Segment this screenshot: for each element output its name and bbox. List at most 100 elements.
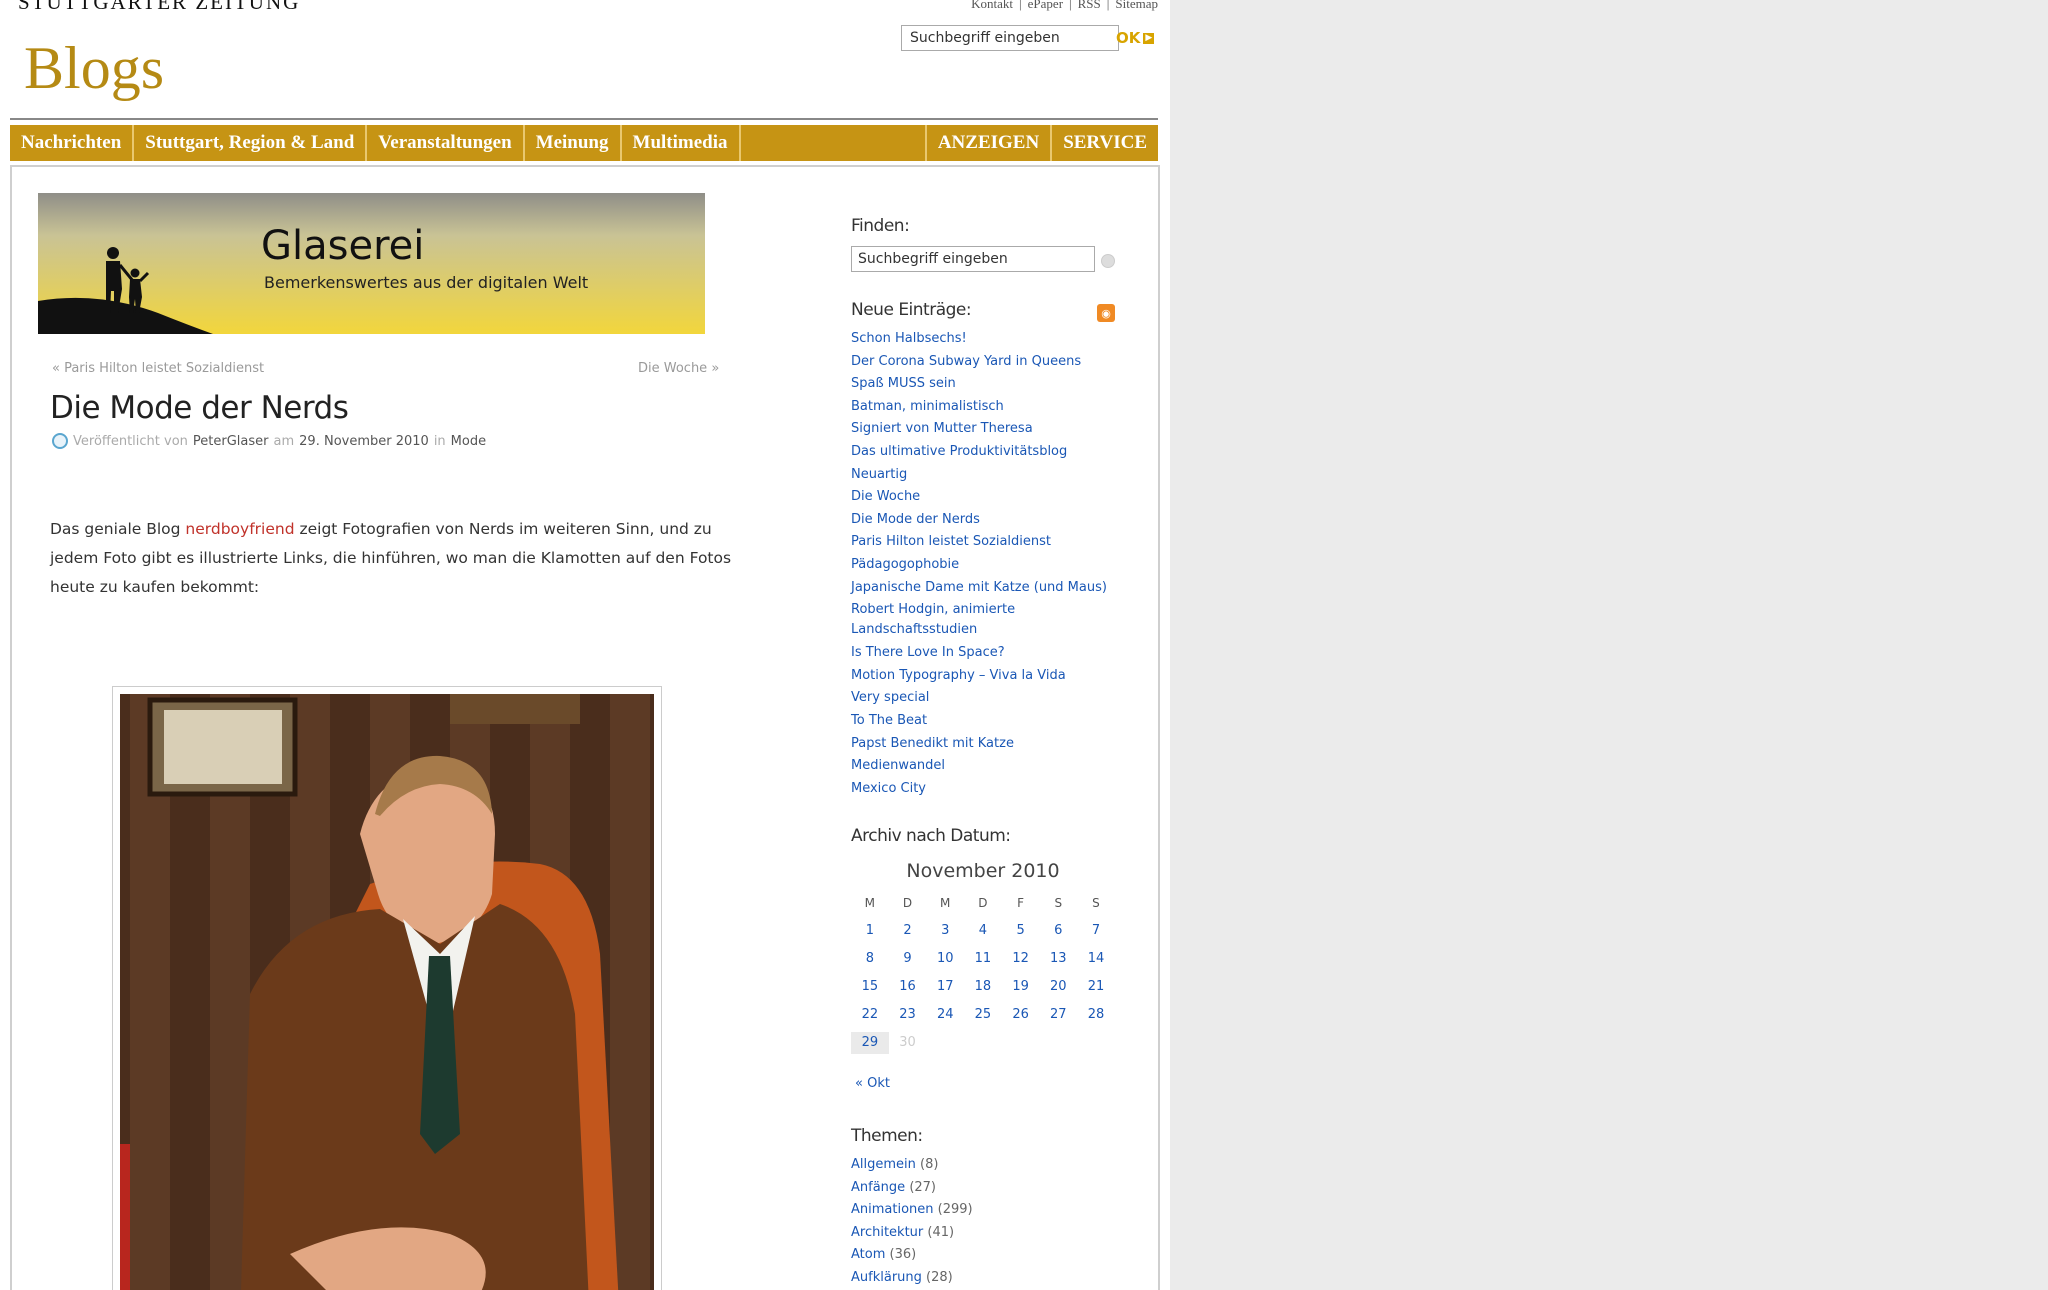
nav-meinung[interactable]: Meinung (525, 125, 622, 161)
post-meta: Veröffentlicht von PeterGlaser am 29. No… (52, 433, 486, 449)
entry-link[interactable]: Die Woche (851, 486, 1121, 509)
weekday-label: F (1017, 896, 1025, 910)
entry-link[interactable]: Mexico City (851, 778, 1121, 801)
calendar-day[interactable]: 28 (1077, 1004, 1115, 1026)
header-search-ok-button[interactable]: OK ▶ (1116, 29, 1155, 47)
sidebar-search (851, 246, 1095, 272)
calendar-day[interactable]: 22 (851, 1004, 889, 1026)
calendar-day[interactable]: 17 (926, 976, 964, 998)
nav-veranstaltungen[interactable]: Veranstaltungen (367, 125, 525, 161)
header-search (901, 25, 1119, 51)
entry-link[interactable]: Pädagogophobie (851, 554, 1121, 577)
separator: | (1069, 0, 1072, 11)
calendar-day[interactable]: 15 (851, 976, 889, 998)
calendar-prev-month-link[interactable]: « Okt (855, 1076, 890, 1091)
website: STUTTGARTER ZEITUNG Kontakt | ePaper | RSS… (0, 0, 1170, 1290)
top-link-sitemap[interactable]: Sitemap (1115, 0, 1158, 12)
calendar-day[interactable]: 21 (1077, 976, 1115, 998)
top-link-epaper[interactable]: ePaper (1028, 0, 1063, 12)
theme-count: (8) (920, 1157, 939, 1172)
nav-stuttgart-region-land[interactable]: Stuttgart, Region & Land (134, 125, 368, 161)
top-link-kontakt[interactable]: Kontakt (971, 0, 1013, 12)
calendar-day[interactable]: 11 (964, 948, 1002, 970)
calendar-day[interactable]: 27 (1039, 1004, 1077, 1026)
entry-link[interactable]: Die Mode der Nerds (851, 509, 1121, 532)
theme-link[interactable]: Animationen (851, 1202, 934, 1217)
calendar-day[interactable]: 3 (926, 920, 964, 942)
nav-spacer (741, 125, 927, 161)
nav-service[interactable]: SERVICE (1052, 125, 1158, 161)
masthead-logo[interactable]: STUTTGARTER ZEITUNG (18, 0, 300, 15)
entry-link[interactable]: Der Corona Subway Yard in Queens (851, 351, 1121, 374)
calendar-day[interactable]: 14 (1077, 948, 1115, 970)
blogs-title[interactable]: Blogs (24, 34, 164, 103)
entry-link[interactable]: Neuartig (851, 464, 1121, 487)
calendar-day[interactable]: 10 (926, 948, 964, 970)
meta-published-label: Veröffentlicht von (73, 433, 188, 449)
theme-link[interactable]: Anfänge (851, 1180, 905, 1195)
sidebar-search-button[interactable] (1101, 254, 1115, 268)
top-links: Kontakt | ePaper | RSS | Sitemap (971, 0, 1158, 12)
calendar-day[interactable]: 7 (1077, 920, 1115, 942)
entry-link[interactable]: Is There Love In Space? (851, 642, 1121, 665)
calendar-day[interactable]: 13 (1039, 948, 1077, 970)
calendar-day[interactable]: 18 (964, 976, 1002, 998)
calendar-day[interactable]: 16 (889, 976, 927, 998)
calendar-day[interactable]: 20 (1039, 976, 1077, 998)
calendar-day[interactable]: 8 (851, 948, 889, 970)
theme-link[interactable]: Architektur (851, 1225, 923, 1240)
calendar-day[interactable]: 25 (964, 1004, 1002, 1026)
theme-link[interactable]: Atom (851, 1247, 885, 1262)
nav-multimedia[interactable]: Multimedia (622, 125, 741, 161)
entry-link[interactable]: Japanische Dame mit Katze (und Maus) (851, 577, 1121, 600)
meta-in-label: in (433, 433, 446, 449)
nav-anzeigen[interactable]: ANZEIGEN (927, 125, 1053, 161)
blog-banner[interactable]: Glaserei Bemerkenswertes aus der digital… (38, 193, 705, 334)
calendar-grid: M D M D F S S 1 2 3 4 5 6 7 8 9 10 11 12… (851, 892, 1115, 1054)
nav-nachrichten[interactable]: Nachrichten (10, 125, 135, 161)
next-post-link[interactable]: Die Woche » (638, 361, 719, 376)
post-category-link[interactable]: Mode (451, 434, 486, 449)
entry-link[interactable]: Very special (851, 687, 1121, 710)
nerdboyfriend-link[interactable]: nerdboyfriend (185, 520, 294, 538)
rss-icon[interactable]: ◉ (1097, 304, 1115, 322)
weekday-label: D (902, 896, 913, 910)
calendar-day[interactable]: 4 (964, 920, 1002, 942)
calendar-day[interactable]: 5 (1002, 920, 1040, 942)
neue-eintraege-heading: Neue Einträge: (851, 300, 972, 320)
entry-link[interactable]: Robert Hodgin, animierte Landschaftsstud… (851, 599, 1051, 642)
theme-count: (299) (937, 1202, 973, 1218)
top-link-rss[interactable]: RSS (1078, 0, 1101, 12)
ok-label: OK (1116, 29, 1141, 47)
calendar-day[interactable]: 9 (889, 948, 927, 970)
calendar-day[interactable]: 19 (1002, 976, 1040, 998)
entry-link[interactable]: Batman, minimalistisch (851, 396, 1121, 419)
calendar-day[interactable]: 2 (889, 920, 927, 942)
entry-link[interactable]: Signiert von Mutter Theresa (851, 418, 1121, 441)
theme-link[interactable]: Aufklärung (851, 1270, 922, 1285)
previous-post-link[interactable]: « Paris Hilton leistet Sozialdienst (52, 361, 264, 376)
weekday-label: S (1092, 896, 1100, 910)
post-title[interactable]: Die Mode der Nerds (50, 390, 349, 426)
post-photo[interactable] (120, 694, 654, 1290)
entry-link[interactable]: Paris Hilton leistet Sozialdienst (851, 531, 1121, 554)
calendar-day[interactable]: 12 (1002, 948, 1040, 970)
entry-link[interactable]: Schon Halbsechs! (851, 328, 1121, 351)
entry-link[interactable]: Medienwandel (851, 755, 1121, 778)
calendar-day[interactable]: 24 (926, 1004, 964, 1026)
calendar-day[interactable]: 26 (1002, 1004, 1040, 1026)
post-author-link[interactable]: PeterGlaser (193, 434, 269, 449)
calendar-day[interactable]: 23 (889, 1004, 927, 1026)
calendar-day-today[interactable]: 29 (851, 1032, 889, 1054)
entry-link[interactable]: Spaß MUSS sein (851, 373, 1121, 396)
entry-link[interactable]: Das ultimative Produktivitätsblog (851, 441, 1121, 464)
calendar-day[interactable]: 6 (1039, 920, 1077, 942)
entry-link[interactable]: To The Beat (851, 710, 1121, 733)
entry-link[interactable]: Motion Typography – Viva la Vida (851, 665, 1121, 688)
sidebar-search-input[interactable] (851, 246, 1095, 272)
theme-link[interactable]: Allgemein (851, 1157, 916, 1172)
calendar-day[interactable]: 1 (851, 920, 889, 942)
header-search-input[interactable] (901, 25, 1119, 51)
weekday-label: D (978, 896, 988, 910)
entry-link[interactable]: Papst Benedikt mit Katze (851, 733, 1121, 756)
